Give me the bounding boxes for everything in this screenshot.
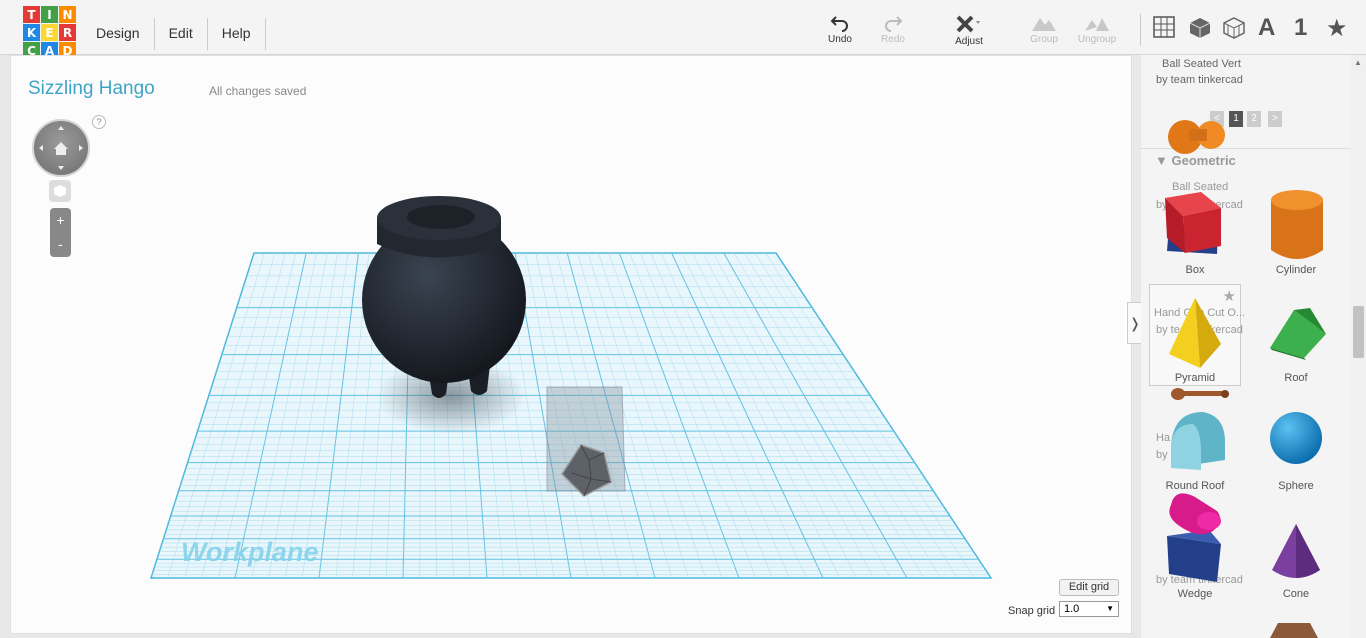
edit-grid-button[interactable]: Edit grid xyxy=(1059,579,1119,596)
selected-shape-object[interactable] xyxy=(546,386,626,497)
save-status: All changes saved xyxy=(209,84,307,98)
shape-cone[interactable]: Cone xyxy=(1246,508,1346,616)
project-title[interactable]: Sizzling Hango xyxy=(28,78,155,100)
item-author: by team tinkercad xyxy=(1156,74,1243,86)
page-2-button[interactable]: 2 xyxy=(1247,111,1261,127)
cone-icon xyxy=(1272,524,1320,578)
shape-label: Box xyxy=(1185,264,1205,276)
top-toolbar: T I N K E R C A D Design Edit Help Undo xyxy=(0,0,1366,59)
shape-label: Roof xyxy=(1284,372,1308,384)
logo-letter: I xyxy=(41,6,58,23)
grid-view-icon[interactable] xyxy=(1153,16,1175,38)
item-title[interactable]: Ball Seated Vert xyxy=(1162,58,1241,70)
logo-letter: E xyxy=(41,24,58,41)
zoom-in-button[interactable]: + xyxy=(50,208,71,232)
undo-label: Undo xyxy=(828,34,852,45)
text-shapes-icon[interactable]: A xyxy=(1258,14,1275,42)
logo-letter: N xyxy=(59,6,76,23)
chevron-down-icon: ▼ xyxy=(1106,604,1114,613)
shape-box[interactable]: Box xyxy=(1145,184,1245,292)
scrollbar-thumb[interactable] xyxy=(1353,306,1364,358)
snap-grid-value: 1.0 xyxy=(1064,603,1080,615)
ball-seated-thumbnail[interactable] xyxy=(1167,111,1231,161)
main-menu: Design Edit Help xyxy=(82,18,266,50)
shape-label: Cone xyxy=(1282,588,1310,600)
hand-grip-thumbnail[interactable] xyxy=(1169,381,1233,407)
shape-roof[interactable]: Roof xyxy=(1246,292,1346,400)
box-shape-icon[interactable] xyxy=(1188,16,1212,40)
shape-label: Sphere xyxy=(1278,480,1314,492)
redo-icon xyxy=(885,16,903,32)
page-next-button[interactable]: > xyxy=(1268,111,1282,127)
workplane-label: Workplane xyxy=(181,537,319,567)
hole-shape-icon[interactable] xyxy=(1222,16,1246,40)
shapes-sidebar: Ball Seated Vert by team tinkercad < 1 2… xyxy=(1141,55,1351,638)
roof-icon xyxy=(1270,308,1326,360)
scene-3d[interactable]: Workplane xyxy=(11,56,1133,635)
group-icon xyxy=(1032,18,1056,31)
tinkercad-logo[interactable]: T I N K E R C A D xyxy=(23,6,77,60)
favorites-star-icon[interactable]: ★ xyxy=(1326,14,1348,43)
shape-cylinder[interactable]: Cylinder xyxy=(1246,184,1346,292)
workplane-canvas[interactable]: Workplane Sizzling Hango All changes sav… xyxy=(10,55,1132,634)
undo-icon xyxy=(830,16,848,32)
ungroup-label: Ungroup xyxy=(1077,34,1117,45)
scroll-up-arrow-icon[interactable]: ▲ xyxy=(1354,58,1362,67)
page-1-button[interactable]: 1 xyxy=(1229,111,1243,127)
box-icon xyxy=(1165,192,1221,254)
adjust-icon xyxy=(956,15,980,33)
round-roof-icon xyxy=(1171,412,1225,470)
menu-help[interactable]: Help xyxy=(208,18,266,50)
toolbar-divider xyxy=(1140,14,1141,46)
view-cube-button[interactable] xyxy=(49,180,71,202)
pyramid-icon xyxy=(1169,298,1221,368)
logo-letter: K xyxy=(23,24,40,41)
ungroup-icon xyxy=(1085,18,1109,31)
orbit-navigation[interactable] xyxy=(32,119,90,177)
number-shapes-icon[interactable]: 1 xyxy=(1294,14,1307,42)
logo-letter: R xyxy=(59,24,76,41)
tinkercad-editor: T I N K E R C A D Design Edit Help Undo xyxy=(0,0,1366,638)
redo-label: Redo xyxy=(881,34,905,45)
redo-button[interactable]: Redo xyxy=(868,14,918,45)
group-button[interactable]: Group xyxy=(1019,14,1069,45)
help-icon[interactable]: ? xyxy=(92,115,106,129)
cube-icon xyxy=(54,185,66,197)
group-label: Group xyxy=(1030,34,1058,45)
collapse-sidebar-tab[interactable]: ❭ xyxy=(1127,302,1142,344)
knob-thumbnail[interactable] xyxy=(1163,487,1231,543)
snap-grid-select[interactable]: 1.0 ▼ xyxy=(1059,601,1119,617)
logo-letter: T xyxy=(23,6,40,23)
snap-grid-label: Snap grid xyxy=(1008,605,1056,617)
menu-design[interactable]: Design xyxy=(82,18,155,50)
shape-sphere[interactable]: Sphere xyxy=(1246,400,1346,508)
ungroup-button[interactable]: Ungroup xyxy=(1072,14,1122,45)
cylinder-icon xyxy=(1271,190,1323,259)
undo-button[interactable]: Undo xyxy=(815,14,865,45)
shape-label: Wedge xyxy=(1177,588,1213,600)
sphere-icon xyxy=(1270,412,1322,464)
menu-edit[interactable]: Edit xyxy=(155,18,208,50)
adjust-button[interactable]: Adjust xyxy=(944,14,994,47)
home-icon[interactable] xyxy=(32,119,90,177)
zoom-out-button[interactable]: - xyxy=(50,232,71,256)
adjust-label: Adjust xyxy=(955,36,983,47)
partial-shape-thumbnail xyxy=(1270,623,1318,638)
shape-label: Cylinder xyxy=(1275,264,1317,276)
zoom-control: + - xyxy=(50,208,71,257)
